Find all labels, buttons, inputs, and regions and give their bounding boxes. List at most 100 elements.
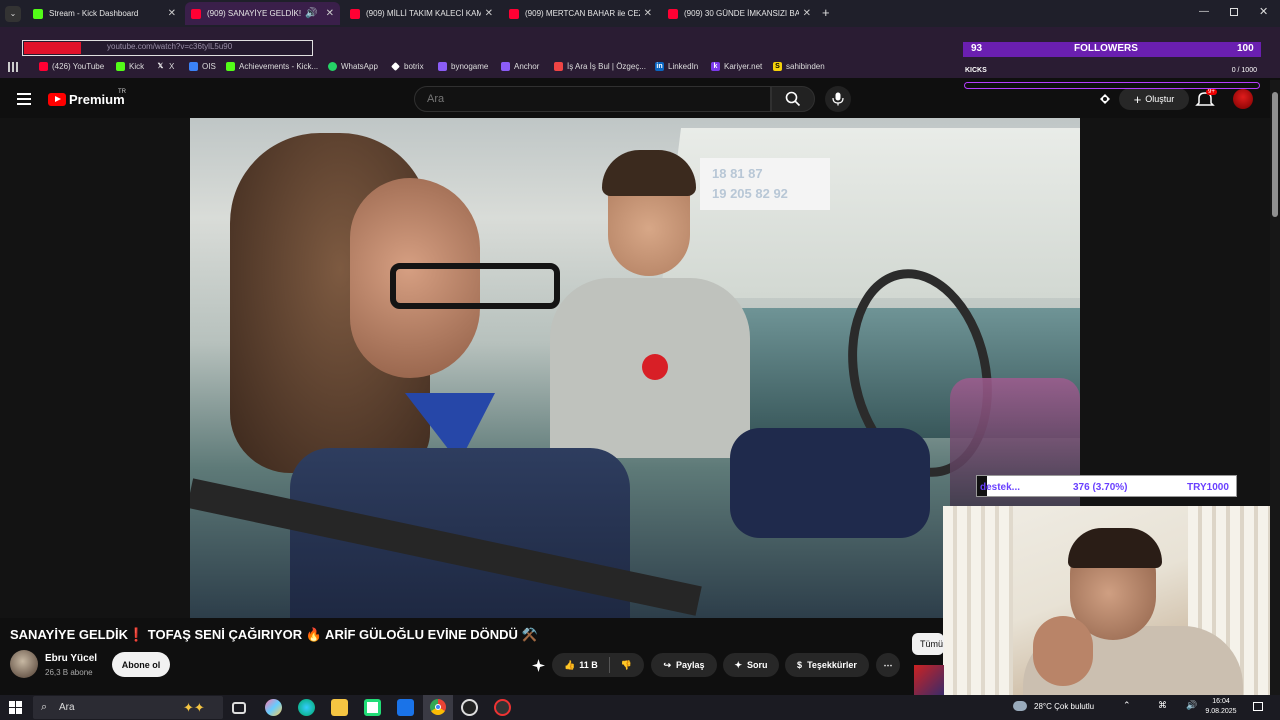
ai-sparkle-icon[interactable]	[531, 658, 546, 673]
close-window-icon[interactable]: ✕	[1259, 5, 1268, 18]
filter-chip-all[interactable]: Tümü	[912, 633, 944, 655]
tray-chevron-icon[interactable]: ⌃	[1123, 700, 1131, 711]
close-tab-icon[interactable]: ✕	[644, 8, 652, 19]
bookmark-item[interactable]: WhatsApp	[328, 62, 378, 71]
bookmark-item[interactable]: (426) YouTube	[39, 62, 104, 71]
followers-goal-overlay: 93 FOLLOWERS 100 KICKS 0 / 1000	[963, 40, 1261, 92]
mail-icon[interactable]	[397, 699, 414, 716]
scrollbar-thumb[interactable]	[1272, 92, 1278, 217]
close-tab-icon[interactable]: ✕	[168, 8, 176, 19]
followers-current: 93	[971, 43, 983, 54]
chrome-icon[interactable]	[423, 695, 453, 720]
donation-label: destek...	[980, 482, 1021, 493]
browser-tab-active[interactable]: (909) SANAYİYE GELDİK! TO 🔊 ✕	[185, 2, 340, 25]
apps-grid-icon[interactable]	[8, 62, 18, 72]
subscribe-button[interactable]: Abone ol	[112, 652, 170, 677]
bookmark-item[interactable]: OIS	[189, 62, 216, 71]
windows-taskbar: ⌕ Ara ✦✦ 28°C Çok bulutlu ⌃ ⌘ 🔊 16:04 9.…	[0, 695, 1280, 720]
voice-search-button[interactable]	[825, 86, 851, 112]
volume-icon[interactable]: 🔊	[1186, 700, 1197, 711]
edge-icon[interactable]	[298, 699, 315, 716]
kick-icon	[33, 8, 43, 19]
bookmark-item[interactable]: Anchor	[501, 62, 539, 71]
browser-tab[interactable]: Stream - Kick Dashboard ✕	[27, 2, 182, 25]
x-icon: 𝕏	[157, 63, 164, 70]
bookmark-item[interactable]: İş Ara İş Bul | Özgeç...	[554, 62, 646, 71]
botrix-icon	[391, 62, 400, 71]
bookmark-item[interactable]: bynogame	[438, 62, 488, 71]
bookmark-item[interactable]: Ssahibinden	[773, 62, 825, 71]
whatsapp-icon	[328, 62, 337, 71]
store-icon[interactable]	[364, 699, 381, 716]
dislike-button[interactable]: 👎	[621, 660, 632, 671]
maximize-window-icon[interactable]	[1230, 8, 1238, 16]
account-avatar[interactable]	[1233, 89, 1253, 109]
page-scrollbar[interactable]	[1270, 80, 1280, 695]
file-explorer-icon[interactable]	[331, 699, 348, 716]
close-tab-icon[interactable]: ✕	[803, 8, 811, 19]
channel-avatar[interactable]	[10, 650, 38, 678]
job-icon	[554, 62, 563, 71]
close-tab-icon[interactable]: ✕	[485, 8, 493, 19]
more-actions-button[interactable]: ⋯	[876, 653, 900, 677]
browser-tab[interactable]: (909) MİLLİ TAKIM KALECİ KAM ✕	[344, 2, 499, 25]
flag-badge	[642, 354, 668, 380]
followers-goal: 100	[1237, 43, 1254, 54]
thanks-button[interactable]: $ Teşekkürler	[785, 653, 869, 677]
bookmark-item[interactable]: in LinkedIn	[655, 62, 698, 71]
weather-icon	[1013, 701, 1027, 711]
bookmark-item[interactable]: k Kariyer.net	[711, 62, 762, 71]
system-clock[interactable]: 16:04 9.08.2025	[1201, 697, 1241, 717]
copilot-icon[interactable]	[265, 699, 282, 716]
country-code: TR	[118, 89, 126, 95]
browser-tab[interactable]: (909) 30 GÜNDE İMKANSIZI BA ✕	[662, 2, 817, 25]
webcam-overlay	[943, 506, 1280, 695]
youtube-brand: Premium	[69, 92, 125, 107]
weather-text[interactable]: 28°C Çok bulutlu	[1034, 702, 1094, 711]
kicks-count: 0 / 1000	[1231, 67, 1257, 74]
search-input[interactable]	[414, 86, 771, 112]
task-view-icon[interactable]	[232, 702, 246, 714]
like-button[interactable]: 👍 11 B	[564, 660, 598, 671]
obs-icon[interactable]	[461, 699, 478, 716]
linkedin-icon: in	[655, 62, 664, 71]
man-jeans	[730, 428, 930, 538]
bookmark-item[interactable]: 𝕏X	[156, 62, 175, 71]
extension-icon[interactable]	[1098, 92, 1112, 106]
windows-start-icon[interactable]	[9, 701, 22, 714]
sparkle-icon: ✦	[734, 659, 743, 670]
menu-icon[interactable]	[17, 93, 31, 105]
address-bar[interactable]: youtube.com/watch?v=c36tylL5u90	[22, 40, 313, 56]
car-window	[660, 128, 1080, 298]
channel-name[interactable]: Ebru Yücel	[45, 653, 97, 664]
taskbar-search-box[interactable]: ⌕ Ara ✦✦	[33, 696, 223, 719]
share-button[interactable]: ↪ Paylaş	[651, 653, 717, 677]
bookmark-item[interactable]: Kick	[116, 62, 144, 71]
ask-button[interactable]: ✦ Soru	[723, 653, 779, 677]
new-tab-button[interactable]: +	[822, 5, 830, 20]
tray-network-icon[interactable]: ⌘	[1158, 700, 1167, 711]
tab-list-dropdown-icon[interactable]: ⌄	[5, 6, 21, 22]
search-highlight-icon: ✦✦	[183, 700, 205, 715]
app-icon[interactable]	[494, 699, 511, 716]
youtube-logo-icon[interactable]	[48, 93, 66, 106]
minimize-window-icon[interactable]: —	[1199, 6, 1209, 17]
kicks-progress-bar	[964, 82, 1260, 89]
close-tab-icon[interactable]: ✕	[326, 8, 334, 19]
super-thanks-icon: $	[797, 660, 803, 670]
recommended-video-thumbnail[interactable]	[914, 665, 944, 695]
plus-icon: +	[1133, 91, 1142, 107]
mute-tab-icon[interactable]: 🔊	[305, 8, 317, 19]
streamer-hair	[1068, 528, 1162, 568]
search-button[interactable]	[771, 86, 815, 112]
thumbs-down-icon: 👎	[620, 659, 632, 670]
notification-center-icon[interactable]	[1253, 702, 1263, 711]
donation-goal-bar: destek... 376 (3.70%) TRY1000	[976, 475, 1237, 497]
browser-tab[interactable]: (909) MERTCAN BAHAR ile CEZ ✕	[503, 2, 658, 25]
bookmark-item[interactable]: Achievements - Kick...	[226, 62, 318, 71]
window-sign: 18 81 87 19 205 82 92	[700, 158, 830, 210]
followers-progress-bar: 93 FOLLOWERS 100	[963, 42, 1261, 57]
redaction-block	[24, 42, 81, 54]
followers-label: FOLLOWERS	[1074, 43, 1138, 54]
bookmark-item[interactable]: botrix	[391, 62, 424, 71]
